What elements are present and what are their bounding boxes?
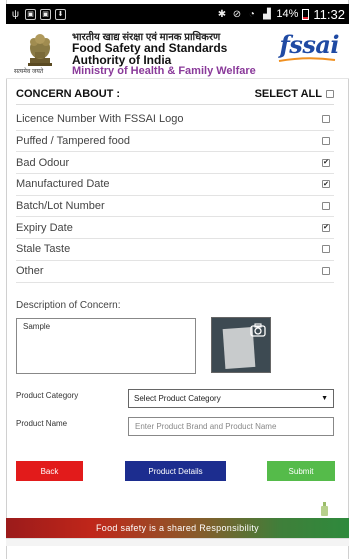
concern-item-stale-taste[interactable]: Stale Taste: [16, 239, 334, 261]
concern-checkbox[interactable]: [322, 245, 330, 254]
product-category-value: Select Product Category: [134, 394, 221, 403]
select-all-checkbox[interactable]: [326, 89, 334, 98]
concern-checkbox[interactable]: [322, 267, 330, 276]
header-ministry: Ministry of Health & Family Welfare: [72, 65, 256, 77]
concern-title: CONCERN ABOUT :: [16, 87, 121, 100]
fssai-logo: fssai: [279, 30, 339, 59]
product-name-label: Product Name: [16, 419, 68, 428]
image-icon: ▣: [40, 8, 51, 20]
concern-checkbox[interactable]: [322, 137, 330, 146]
concern-item-puffed-food[interactable]: Puffed / Tampered food: [16, 131, 334, 153]
battery-percent: 14%: [276, 8, 299, 20]
concern-checkbox[interactable]: [322, 115, 330, 124]
concern-checkbox[interactable]: ✔: [322, 180, 330, 189]
usb-icon: ψ: [11, 8, 20, 20]
description-textarea[interactable]: Sample: [16, 318, 196, 374]
concern-checkbox[interactable]: [322, 202, 330, 211]
clock: 11:32: [313, 6, 345, 22]
concern-item-label: Bad Odour: [16, 156, 70, 169]
photo-capture-button[interactable]: [211, 317, 271, 373]
status-bar: ψ ▣ ▣ ⬇ ✱ ⊘ ◔ ▟ 14% 11:32: [6, 4, 349, 24]
app-header: सत्यमेव जयते भारतीय खाद्य संरक्षा एवं मा…: [6, 24, 349, 79]
download-icon: ⬇: [55, 8, 66, 20]
concern-item-bad-odour[interactable]: Bad Odour ✔: [16, 152, 334, 175]
emblem-caption: सत्यमेव जयते: [14, 69, 44, 75]
bottom-strip: [6, 538, 349, 546]
concern-item-label: Licence Number With FSSAI Logo: [16, 113, 184, 126]
concern-header: CONCERN ABOUT : SELECT ALL: [16, 83, 334, 105]
concern-checkbox[interactable]: ✔: [322, 158, 330, 167]
select-all-label: SELECT ALL: [254, 87, 322, 100]
product-category-select[interactable]: Select Product Category ▼: [128, 389, 334, 408]
logo-swoosh-icon: [278, 57, 336, 62]
concern-item-label: Expiry Date: [16, 221, 73, 234]
concern-item-label: Manufactured Date: [16, 178, 110, 191]
bottle-icon: [321, 502, 328, 516]
concern-list: Licence Number With FSSAI Logo Puffed / …: [16, 109, 334, 283]
camera-icon: [250, 323, 266, 337]
concern-item-label: Other: [16, 265, 44, 278]
footer-tagline: Food safety is a shared Responsibility: [96, 523, 259, 533]
concern-item-expiry-date[interactable]: Expiry Date ✔: [16, 217, 334, 240]
concern-item-licence-number[interactable]: Licence Number With FSSAI Logo: [16, 109, 334, 131]
battery-icon: [302, 8, 310, 20]
concern-item-manufactured-date[interactable]: Manufactured Date ✔: [16, 174, 334, 196]
signal-icon: ▟: [263, 8, 271, 20]
dropdown-arrow-icon: ▼: [321, 395, 328, 402]
concern-item-batch-number[interactable]: Batch/Lot Number: [16, 196, 334, 218]
product-details-button[interactable]: Product Details: [125, 461, 226, 481]
bluetooth-icon: ✱: [217, 8, 227, 20]
wifi-icon: ◔: [248, 8, 255, 20]
concern-checkbox[interactable]: ✔: [322, 223, 330, 232]
concern-item-other[interactable]: Other: [16, 261, 334, 283]
description-label: Description of Concern:: [16, 300, 121, 311]
concern-item-label: Batch/Lot Number: [16, 200, 105, 213]
back-button[interactable]: Back: [16, 461, 83, 481]
submit-button[interactable]: Submit: [267, 461, 335, 481]
footer-banner: Food safety is a shared Responsibility: [6, 518, 349, 538]
mute-icon: ⊘: [232, 8, 242, 20]
select-all[interactable]: SELECT ALL: [255, 88, 334, 100]
product-category-label: Product Category: [16, 391, 79, 400]
concern-item-label: Puffed / Tampered food: [16, 135, 130, 148]
concern-item-label: Stale Taste: [16, 243, 71, 256]
product-name-input[interactable]: [128, 417, 334, 436]
image-icon: ▣: [25, 8, 36, 20]
